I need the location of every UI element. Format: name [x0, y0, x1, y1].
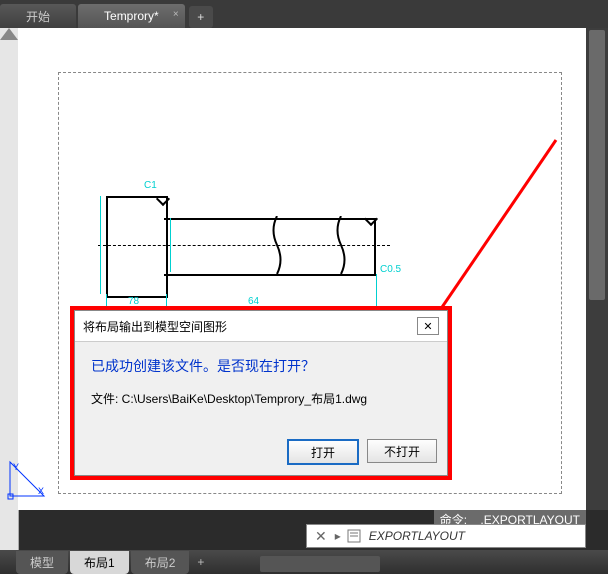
tab-model[interactable]: 模型 [16, 551, 68, 574]
tab-layout1[interactable]: 布局1 [70, 551, 129, 574]
ucs-y: Y [13, 462, 19, 472]
tab-label: 布局1 [84, 556, 115, 570]
button-label: 不打开 [384, 443, 420, 460]
ucs-x: X [38, 486, 44, 496]
tab-label: 布局2 [145, 556, 176, 570]
ruler-marker [0, 28, 18, 40]
close-button[interactable]: ✕ [417, 317, 439, 335]
tab-add-layout[interactable]: + [197, 555, 204, 569]
tab-label: 模型 [30, 556, 54, 570]
close-icon[interactable]: × [173, 9, 179, 20]
scrollbar-horizontal[interactable] [260, 556, 380, 572]
tab-add[interactable]: + [189, 6, 213, 28]
open-button[interactable]: 打开 [287, 439, 359, 465]
chevron-right-icon: ▸ [335, 529, 341, 543]
layout-tabs: 模型 布局1 布局2 + [0, 550, 608, 574]
break-line [270, 216, 284, 274]
dim-c05: C0.5 [380, 264, 401, 275]
tab-start[interactable]: 开始 [0, 4, 76, 28]
tab-temprory[interactable]: Temprory* × [78, 4, 185, 28]
command-input[interactable] [367, 528, 585, 544]
scroll-thumb[interactable] [589, 30, 605, 300]
tab-label: Temprory* [104, 9, 159, 23]
dialog-buttons: 打开 不打开 [75, 433, 447, 475]
bolt-head [106, 196, 168, 298]
plus-icon: + [197, 10, 204, 24]
dim-ext [100, 196, 101, 294]
plus-icon: + [197, 555, 204, 569]
dim-ext [170, 218, 171, 272]
button-label: 打开 [311, 444, 335, 461]
dialog-body: 已成功创建该文件。是否现在打开？ 文件: C:\Users\BaiKe\Desk… [75, 342, 447, 433]
dialog-filepath: 文件: C:\Users\BaiKe\Desktop\Temprory_布局1.… [91, 390, 431, 407]
no-open-button[interactable]: 不打开 [367, 439, 437, 463]
dialog-titlebar[interactable]: 将布局输出到模型空间图形 ✕ [75, 311, 447, 342]
dim-c1: C1 [144, 180, 157, 191]
dialog-title: 将布局输出到模型空间图形 [83, 318, 227, 335]
export-dialog: 将布局输出到模型空间图形 ✕ 已成功创建该文件。是否现在打开？ 文件: C:\U… [74, 310, 448, 476]
break-line [334, 216, 348, 274]
document-tabs: 开始 Temprory* × + [0, 0, 608, 29]
clear-icon[interactable]: ✕ [315, 528, 327, 545]
scrollbar-vertical[interactable] [586, 28, 608, 510]
command-icon [347, 529, 361, 543]
dialog-highlight: 将布局输出到模型空间图形 ✕ 已成功创建该文件。是否现在打开？ 文件: C:\U… [70, 306, 452, 480]
dialog-question: 已成功创建该文件。是否现在打开？ [91, 356, 431, 376]
close-icon: ✕ [423, 320, 432, 333]
ucs-icon: Y X [6, 456, 50, 500]
command-line[interactable]: ✕ ▸ [306, 524, 586, 548]
tab-label: 开始 [26, 8, 50, 25]
tab-layout2[interactable]: 布局2 [131, 551, 190, 574]
